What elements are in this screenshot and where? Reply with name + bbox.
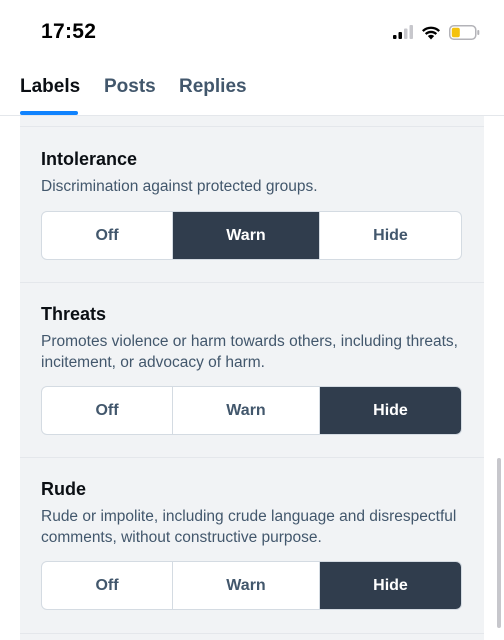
label-description: Rude or impolite, including crude langua… xyxy=(41,508,457,546)
tab-bar: Labels Posts Replies xyxy=(0,62,504,116)
label-title: Rude xyxy=(41,479,86,499)
label-description: Discrimination against protected groups. xyxy=(41,178,318,195)
label-setting-intolerance: Intolerance Discrimination against prote… xyxy=(20,116,484,282)
status-bar: 17:52 xyxy=(0,0,504,62)
tab-posts[interactable]: Posts xyxy=(104,76,156,98)
active-tab-indicator xyxy=(20,111,78,115)
visibility-segmented-control: Off Warn Hide xyxy=(41,211,462,260)
cellular-signal-icon xyxy=(393,25,413,39)
label-description: Promotes violence or harm towards others… xyxy=(41,333,458,371)
battery-low-icon xyxy=(449,24,480,40)
divider xyxy=(20,282,484,283)
label-title: Intolerance xyxy=(41,149,138,169)
scrollbar[interactable] xyxy=(497,458,501,628)
divider xyxy=(20,457,484,458)
hide-option[interactable]: Hide xyxy=(320,387,461,434)
visibility-segmented-control: Off Warn Hide xyxy=(41,386,462,435)
tab-replies[interactable]: Replies xyxy=(179,76,247,98)
label-setting-threats: Threats Promotes violence or harm toward… xyxy=(20,282,484,457)
tab-labels[interactable]: Labels xyxy=(20,76,80,98)
visibility-segmented-control: Off Warn Hide xyxy=(41,561,462,610)
status-time: 17:52 xyxy=(41,20,97,43)
warn-option[interactable]: Warn xyxy=(173,562,320,609)
warn-option[interactable]: Warn xyxy=(173,212,320,259)
hide-option[interactable]: Hide xyxy=(320,562,461,609)
status-icons xyxy=(393,22,480,42)
labels-panel: Intolerance Discrimination against prote… xyxy=(20,116,484,640)
hide-option[interactable]: Hide xyxy=(320,212,461,259)
off-option[interactable]: Off xyxy=(42,562,173,609)
label-setting-rude: Rude Rude or impolite, including crude l… xyxy=(20,457,484,640)
label-title: Threats xyxy=(41,304,107,324)
warn-option[interactable]: Warn xyxy=(173,387,320,434)
off-option[interactable]: Off xyxy=(42,212,173,259)
off-option[interactable]: Off xyxy=(42,387,173,434)
wifi-icon xyxy=(422,26,440,39)
divider xyxy=(20,633,484,634)
